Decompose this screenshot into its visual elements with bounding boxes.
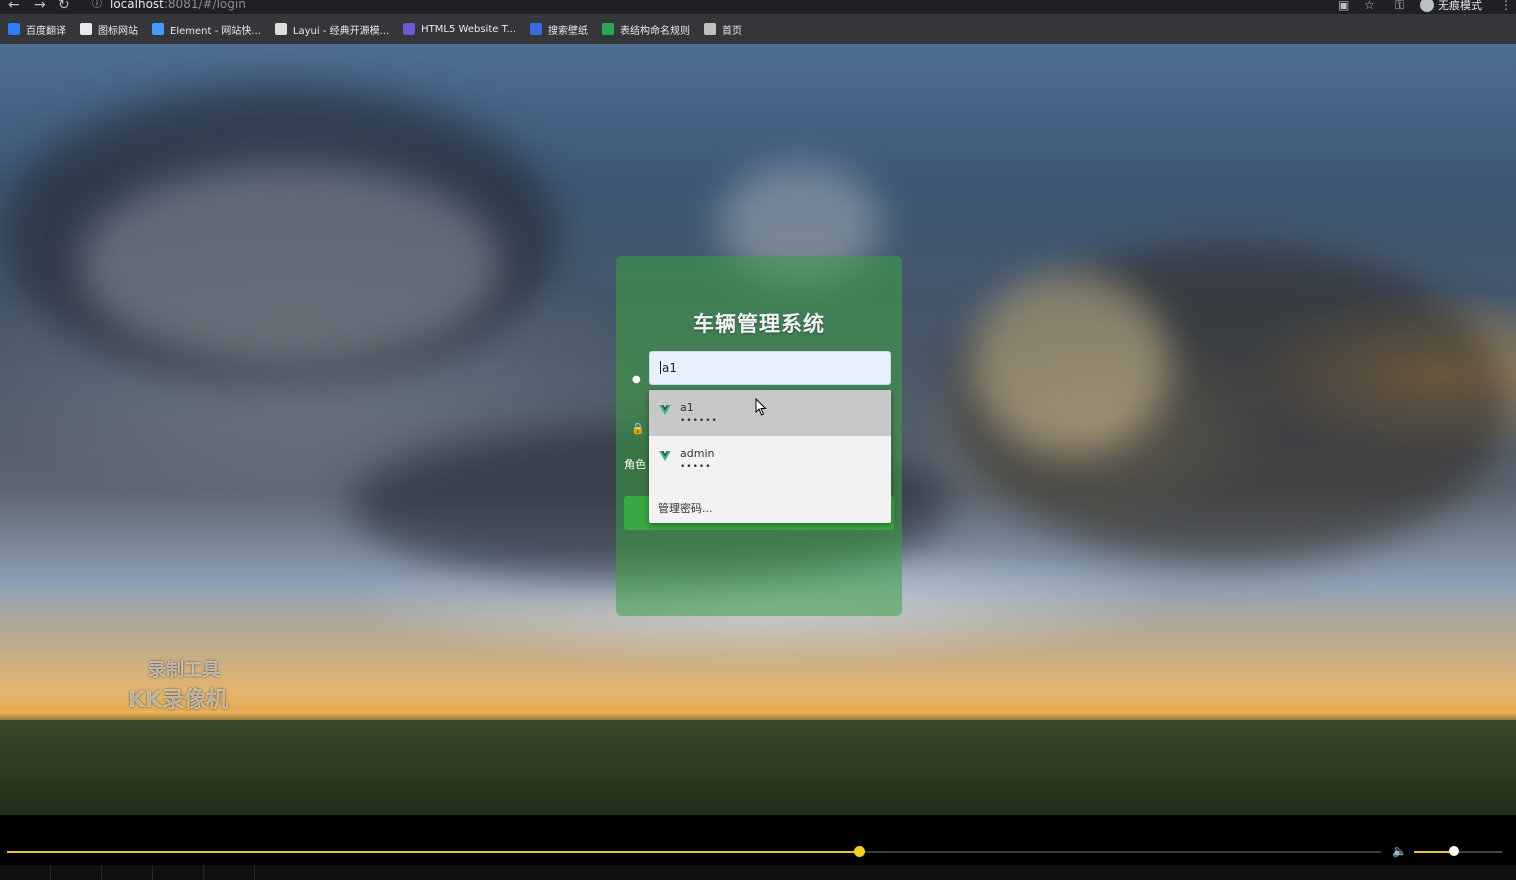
- seek-progress: [7, 851, 859, 853]
- bookmark-label: 百度翻译: [26, 25, 66, 37]
- bookmark-item[interactable]: HTML5 Website T...: [403, 23, 516, 35]
- bookmark-favicon-icon: [152, 23, 164, 35]
- autofill-dropdown: a1 •••••• admin ••••• 管理密码...: [649, 390, 891, 523]
- bookmark-label: 首页: [722, 25, 743, 37]
- bookmark-label: Layui - 经典开源模...: [292, 25, 390, 37]
- bookmark-item[interactable]: Layui - 经典开源模...: [274, 22, 390, 37]
- cloud: [970, 274, 1170, 454]
- bookmark-label: Element - 网站快...: [170, 25, 261, 37]
- bookmark-item[interactable]: 搜索壁纸: [530, 22, 588, 37]
- incognito-badge[interactable]: 无痕模式: [1420, 0, 1482, 13]
- menu-icon[interactable]: ⋮: [1500, 0, 1512, 12]
- bookmark-item[interactable]: 表结构命名规则: [602, 22, 690, 37]
- role-label: 角色: [624, 458, 646, 471]
- seek-track[interactable]: [7, 851, 1381, 853]
- back-arrow-icon[interactable]: ←: [8, 0, 20, 12]
- text-caret: [660, 361, 661, 374]
- cloud: [80, 164, 500, 364]
- taskbar-slot[interactable]: [0, 865, 51, 880]
- bookmark-favicon-icon: [80, 23, 92, 35]
- bookmark-favicon-icon: [602, 23, 615, 35]
- vue-logo-icon: [659, 405, 671, 415]
- volume-icon[interactable]: 🔈: [1392, 844, 1407, 858]
- vue-logo-icon: [659, 451, 671, 461]
- video-player-bar: 🔈: [0, 815, 1516, 880]
- taskbar-slot[interactable]: [204, 865, 255, 880]
- bookmark-label: 搜索壁纸: [548, 25, 589, 37]
- incognito-icon: [1420, 0, 1434, 12]
- bookmark-item[interactable]: 图标网站: [80, 22, 138, 37]
- mouse-cursor-icon: [755, 398, 767, 416]
- info-icon[interactable]: ⓘ: [92, 0, 102, 12]
- taskbar-slot[interactable]: [102, 865, 153, 880]
- recorder-watermark: 录制工具 KK录像机: [128, 660, 229, 713]
- taskbar: [0, 865, 1516, 880]
- bookmark-favicon-icon: [704, 23, 717, 35]
- key-icon[interactable]: ⚿: [1395, 0, 1404, 13]
- bookmark-favicon-icon: [530, 23, 543, 35]
- lock-icon: 🔒: [631, 422, 645, 435]
- bookmark-favicon-icon: [403, 23, 416, 35]
- manage-passwords-link[interactable]: 管理密码...: [658, 500, 713, 516]
- bookmark-label: 图标网站: [98, 25, 138, 37]
- bookmarks-bar: 百度翻译 图标网站 Element - 网站快... Layui - 经典开源模...…: [0, 14, 1516, 44]
- bookmark-item[interactable]: 首页: [704, 22, 742, 37]
- volume-level: [1414, 851, 1454, 853]
- address-bar[interactable]: localhost:8081/#/login: [110, 0, 246, 11]
- autofill-option-admin[interactable]: admin •••••: [649, 436, 891, 482]
- bookmark-favicon-icon: [8, 23, 20, 35]
- bookmark-item[interactable]: 百度翻译: [8, 22, 66, 37]
- volume-handle[interactable]: [1448, 846, 1459, 856]
- bookmark-label: 表结构命名规则: [620, 25, 691, 37]
- user-icon: ●: [632, 374, 641, 385]
- reload-icon[interactable]: ↻: [58, 0, 70, 12]
- forward-arrow-icon[interactable]: →: [34, 0, 46, 12]
- forest: [0, 720, 1516, 815]
- taskbar-slot[interactable]: [153, 865, 204, 880]
- star-icon[interactable]: ☆: [1364, 0, 1375, 12]
- browser-toolbar: ← → ↻ ⓘ localhost:8081/#/login ▣ ☆ ⚿ 无痕模…: [0, 0, 1516, 14]
- autofill-option-a1[interactable]: a1 ••••••: [649, 390, 891, 436]
- seek-handle[interactable]: [853, 846, 865, 857]
- page-title: 车辆管理系统: [693, 312, 825, 336]
- taskbar-slot[interactable]: [51, 865, 102, 880]
- translate-icon[interactable]: ▣: [1338, 0, 1349, 12]
- bookmark-favicon-icon: [274, 23, 287, 35]
- bookmark-item[interactable]: Element - 网站快...: [152, 22, 261, 37]
- bookmark-label: HTML5 Website T...: [421, 23, 517, 35]
- username-input[interactable]: a1: [649, 351, 891, 385]
